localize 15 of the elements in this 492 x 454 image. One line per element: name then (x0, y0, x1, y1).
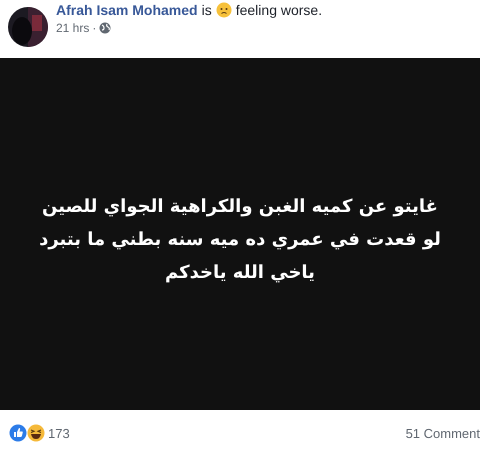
post-text-line: غايتو عن كميه الغبن والكراهية الجواي للصين (42, 194, 438, 218)
sad-face-icon (216, 2, 232, 18)
post-text-line: لو قعدت في عمري ده ميه سنه بطني ما بتبرد (39, 228, 441, 252)
comment-count[interactable]: 51 Comment (406, 426, 480, 440)
post-text-line: ياخي الله ياخدكم (165, 260, 315, 284)
reaction-count[interactable]: 173 (48, 426, 70, 440)
feeling-text: feeling worse. (236, 2, 322, 18)
post-time[interactable]: 21 hrs (56, 21, 90, 35)
laughing-face-icon[interactable] (27, 424, 45, 442)
separator: · (92, 21, 96, 35)
author-name[interactable]: Afrah Isam Mohamed (56, 2, 198, 18)
avatar[interactable] (8, 7, 48, 47)
globe-icon[interactable] (99, 22, 112, 34)
status-verb: is (202, 2, 212, 18)
like-icon[interactable] (9, 424, 27, 442)
